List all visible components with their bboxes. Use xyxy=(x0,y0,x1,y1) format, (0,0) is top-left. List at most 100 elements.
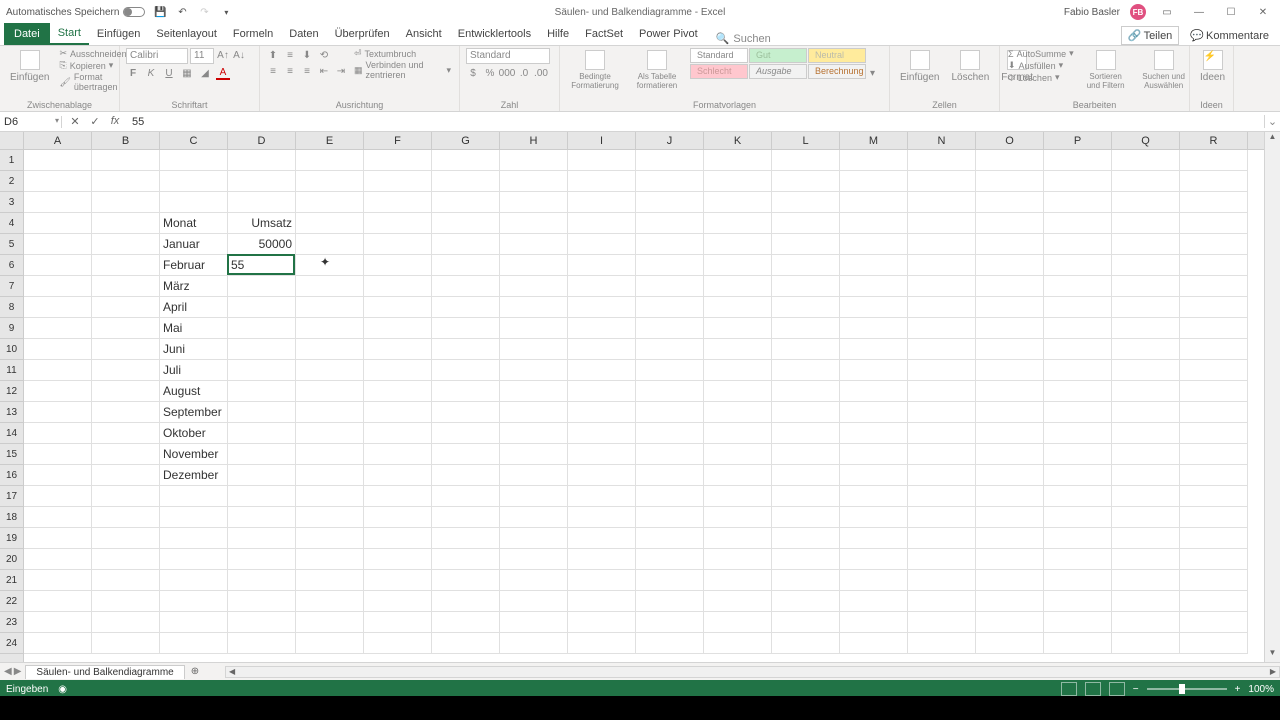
cell[interactable] xyxy=(500,381,568,402)
cell[interactable] xyxy=(704,612,772,633)
cell[interactable] xyxy=(976,612,1044,633)
cell[interactable] xyxy=(704,276,772,297)
cell[interactable] xyxy=(704,423,772,444)
cell[interactable] xyxy=(568,465,636,486)
cell[interactable] xyxy=(976,570,1044,591)
cell[interactable] xyxy=(92,171,160,192)
macro-record-icon[interactable]: ◉ xyxy=(58,684,67,695)
column-header[interactable]: R xyxy=(1180,132,1248,149)
font-selector[interactable]: Calibri xyxy=(126,48,188,64)
paste-button[interactable]: Einfügen xyxy=(6,48,53,85)
cell[interactable] xyxy=(92,549,160,570)
file-tab[interactable]: Datei xyxy=(4,23,50,45)
cell[interactable] xyxy=(908,150,976,171)
cell[interactable] xyxy=(1112,150,1180,171)
cell[interactable] xyxy=(364,234,432,255)
row-header[interactable]: 21 xyxy=(0,570,23,591)
cell[interactable] xyxy=(500,465,568,486)
row-header[interactable]: 10 xyxy=(0,339,23,360)
cell[interactable] xyxy=(432,150,500,171)
cell[interactable] xyxy=(160,549,228,570)
minimize-button[interactable]: — xyxy=(1188,7,1210,18)
cell[interactable] xyxy=(772,570,840,591)
cell[interactable] xyxy=(840,486,908,507)
cell[interactable] xyxy=(976,234,1044,255)
cell[interactable] xyxy=(296,486,364,507)
cell[interactable] xyxy=(1112,507,1180,528)
cell[interactable] xyxy=(1044,171,1112,192)
cell[interactable] xyxy=(976,591,1044,612)
cell[interactable] xyxy=(364,633,432,654)
insert-function-button[interactable]: fx xyxy=(108,115,122,128)
cell[interactable] xyxy=(908,255,976,276)
ribbon-options-icon[interactable]: ▭ xyxy=(1156,7,1178,18)
cell[interactable] xyxy=(636,150,704,171)
cell[interactable] xyxy=(228,549,296,570)
cell[interactable] xyxy=(976,297,1044,318)
vertical-scrollbar[interactable]: ▲ ▼ xyxy=(1264,132,1280,662)
cell[interactable] xyxy=(92,444,160,465)
cell[interactable] xyxy=(432,213,500,234)
cell[interactable] xyxy=(1044,507,1112,528)
cell[interactable] xyxy=(92,276,160,297)
cell[interactable] xyxy=(568,318,636,339)
cell[interactable] xyxy=(1180,381,1248,402)
cell[interactable] xyxy=(364,528,432,549)
cell[interactable] xyxy=(772,612,840,633)
cell[interactable]: Oktober xyxy=(160,423,228,444)
decimal-inc-icon[interactable]: .0 xyxy=(517,66,531,80)
cell[interactable]: Februar xyxy=(160,255,228,276)
style-gut[interactable]: Gut xyxy=(749,48,807,63)
cell[interactable] xyxy=(296,213,364,234)
cell[interactable]: Monat xyxy=(160,213,228,234)
cell[interactable] xyxy=(636,423,704,444)
column-header[interactable]: L xyxy=(772,132,840,149)
cell[interactable] xyxy=(228,570,296,591)
cell[interactable] xyxy=(228,486,296,507)
cell[interactable] xyxy=(840,402,908,423)
cell[interactable] xyxy=(568,528,636,549)
cell[interactable] xyxy=(500,360,568,381)
cell[interactable] xyxy=(772,276,840,297)
cell[interactable] xyxy=(976,318,1044,339)
italic-button[interactable]: K xyxy=(144,66,158,80)
cell[interactable] xyxy=(840,318,908,339)
cell[interactable] xyxy=(432,360,500,381)
cell[interactable] xyxy=(296,150,364,171)
share-button[interactable]: 🔗 Teilen xyxy=(1121,26,1179,45)
cell[interactable] xyxy=(704,339,772,360)
cell[interactable] xyxy=(364,549,432,570)
cell[interactable] xyxy=(1112,633,1180,654)
cell[interactable] xyxy=(92,570,160,591)
cell[interactable] xyxy=(500,318,568,339)
cell[interactable] xyxy=(772,465,840,486)
cell[interactable] xyxy=(840,381,908,402)
cell[interactable] xyxy=(772,150,840,171)
cell[interactable] xyxy=(976,507,1044,528)
cell[interactable] xyxy=(1044,234,1112,255)
zoom-out-button[interactable]: − xyxy=(1133,684,1139,695)
cell[interactable] xyxy=(500,423,568,444)
cell[interactable] xyxy=(1180,213,1248,234)
page-break-view-button[interactable] xyxy=(1109,682,1125,696)
cell[interactable] xyxy=(1180,297,1248,318)
horizontal-scrollbar[interactable]: ◀ ▶ xyxy=(225,666,1280,678)
cell[interactable] xyxy=(568,423,636,444)
cell[interactable] xyxy=(1180,507,1248,528)
row-header[interactable]: 7 xyxy=(0,276,23,297)
cell[interactable] xyxy=(636,339,704,360)
cell[interactable] xyxy=(364,213,432,234)
cell[interactable] xyxy=(296,192,364,213)
cell[interactable] xyxy=(228,423,296,444)
cell[interactable] xyxy=(840,444,908,465)
cell[interactable] xyxy=(704,549,772,570)
cell[interactable] xyxy=(1044,444,1112,465)
cell[interactable] xyxy=(432,612,500,633)
cell[interactable] xyxy=(24,570,92,591)
cell[interactable] xyxy=(500,192,568,213)
cell[interactable] xyxy=(568,633,636,654)
cell[interactable]: 50000 xyxy=(228,234,296,255)
cell[interactable] xyxy=(228,192,296,213)
cell[interactable] xyxy=(364,465,432,486)
cell[interactable] xyxy=(296,402,364,423)
